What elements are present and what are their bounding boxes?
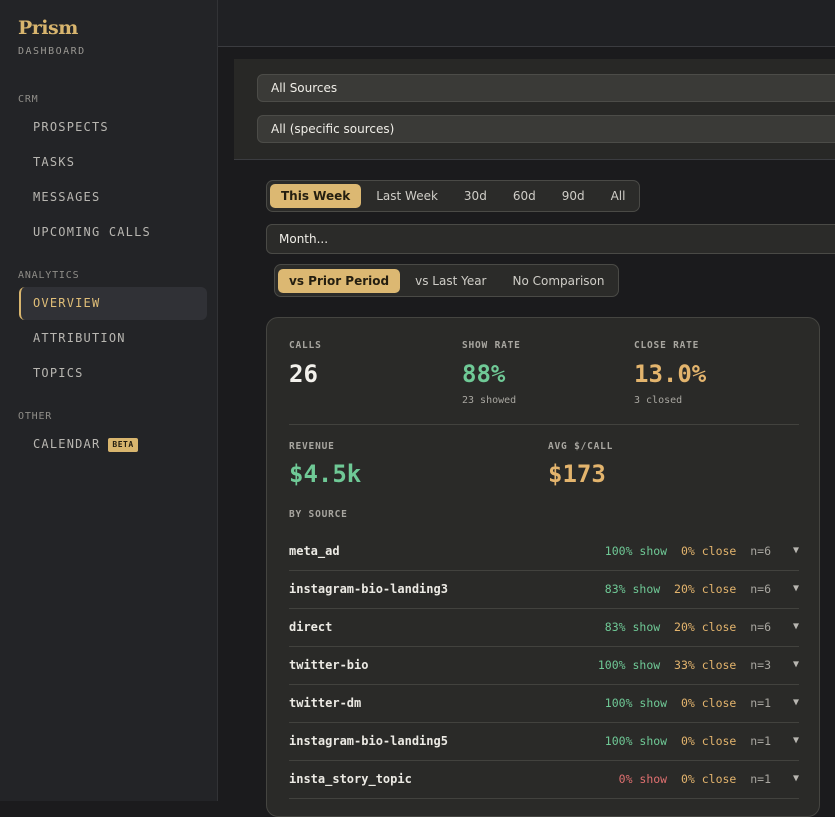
chevron-down-icon[interactable]: ▼ xyxy=(793,722,799,760)
chevron-down-icon[interactable]: ▼ xyxy=(793,608,799,646)
source-row[interactable]: meta_ad 100% show 0% close n=6 ▼ xyxy=(289,532,799,571)
sidebar-item-attribution[interactable]: ATTRIBUTION xyxy=(19,322,207,355)
source-close-rate: 0% close xyxy=(680,734,737,748)
source-name: twitter-bio xyxy=(289,658,369,672)
tab-all[interactable]: All xyxy=(600,184,637,208)
source-metrics: 83% show 20% close n=6 xyxy=(605,608,771,646)
tab-last-week[interactable]: Last Week xyxy=(365,184,449,208)
chevron-down-icon[interactable]: ▼ xyxy=(793,646,799,684)
close-rate-value: 13.0% xyxy=(634,360,707,388)
month-select[interactable]: Month... xyxy=(266,224,835,254)
sidebar-item-upcoming-calls[interactable]: UPCOMING CALLS xyxy=(19,216,207,249)
tab-vs-prior-period[interactable]: vs Prior Period xyxy=(278,268,401,293)
source-name: instagram-bio-landing3 xyxy=(289,582,448,596)
source-count: n=6 xyxy=(750,582,771,596)
close-rate-label: CLOSE RATE xyxy=(634,340,700,351)
source-row[interactable]: direct 83% show 20% close n=6 ▼ xyxy=(289,608,799,647)
source-metrics: 100% show 33% close n=3 xyxy=(598,646,771,684)
specific-source-select[interactable]: All (specific sources) xyxy=(257,115,835,143)
source-close-rate: 0% close xyxy=(680,772,737,786)
source-row[interactable]: instagram-bio-landing3 83% show 20% close… xyxy=(289,570,799,609)
stats-divider xyxy=(289,424,799,425)
tab-30d[interactable]: 30d xyxy=(453,184,498,208)
avg-call-label: AVG $/CALL xyxy=(548,441,614,452)
comparison-tabs: vs Prior Period vs Last Year No Comparis… xyxy=(274,264,620,297)
source-count: n=1 xyxy=(750,772,771,786)
revenue-value: $4.5k xyxy=(289,460,362,488)
top-bar xyxy=(218,0,835,47)
tab-60d[interactable]: 60d xyxy=(502,184,547,208)
calls-label: CALLS xyxy=(289,340,322,351)
source-show-rate: 100% show xyxy=(597,658,661,672)
source-show-rate: 100% show xyxy=(604,544,668,558)
source-count: n=1 xyxy=(750,696,771,710)
revenue-label: REVENUE xyxy=(289,441,335,452)
sidebar-item-calendar-label: CALENDAR xyxy=(33,437,101,451)
sidebar-item-topics[interactable]: TOPICS xyxy=(19,357,207,390)
sidebar-item-tasks[interactable]: TASKS xyxy=(19,146,207,179)
source-show-rate: 100% show xyxy=(604,734,668,748)
tab-90d[interactable]: 90d xyxy=(551,184,596,208)
source-row[interactable]: twitter-dm 100% show 0% close n=1 ▼ xyxy=(289,684,799,723)
source-metrics: 100% show 0% close n=6 xyxy=(605,532,771,570)
source-show-rate: 83% show xyxy=(604,582,661,596)
sidebar-item-messages[interactable]: MESSAGES xyxy=(19,181,207,214)
range-tabs: This Week Last Week 30d 60d 90d All xyxy=(266,180,641,212)
source-close-rate: 20% close xyxy=(674,582,737,596)
tab-this-week[interactable]: This Week xyxy=(270,184,362,208)
brand-logo[interactable]: Prism xyxy=(18,17,78,39)
section-heading-crm: CRM xyxy=(18,94,39,105)
sidebar-item-prospects[interactable]: PROSPECTS xyxy=(19,111,207,144)
tab-no-comparison[interactable]: No Comparison xyxy=(502,269,616,293)
chevron-down-icon[interactable]: ▼ xyxy=(793,570,799,608)
source-count: n=6 xyxy=(750,544,771,558)
source-metrics: 100% show 0% close n=1 xyxy=(605,684,771,722)
sidebar-item-calendar[interactable]: CALENDAR BETA xyxy=(19,428,207,461)
overview-card: CALLS 26 SHOW RATE 88% 23 showed CLOSE R… xyxy=(266,317,820,817)
source-name: meta_ad xyxy=(289,544,340,558)
source-show-rate: 83% show xyxy=(604,620,661,634)
show-rate-value: 88% xyxy=(462,360,506,388)
source-metrics: 0% show 0% close n=1 xyxy=(619,760,771,798)
beta-badge: BETA xyxy=(108,438,138,452)
source-name: twitter-dm xyxy=(289,696,362,710)
section-heading-other: OTHER xyxy=(18,411,53,422)
source-name: insta_story_topic xyxy=(289,772,412,786)
source-select[interactable]: All Sources xyxy=(257,74,835,102)
source-show-rate: 100% show xyxy=(604,696,668,710)
source-metrics: 83% show 20% close n=6 xyxy=(605,570,771,608)
source-name: direct xyxy=(289,620,333,634)
by-source-heading: BY SOURCE xyxy=(289,509,348,520)
chevron-down-icon[interactable]: ▼ xyxy=(793,684,799,722)
calls-value: 26 xyxy=(289,360,318,388)
source-metrics: 100% show 0% close n=1 xyxy=(605,722,771,760)
source-row[interactable]: twitter-bio 100% show 33% close n=3 ▼ xyxy=(289,646,799,685)
tab-vs-last-year[interactable]: vs Last Year xyxy=(404,269,497,293)
source-row[interactable]: insta_story_topic 0% show 0% close n=1 ▼ xyxy=(289,760,799,799)
chevron-down-icon[interactable]: ▼ xyxy=(793,760,799,798)
source-show-rate: 0% show xyxy=(618,772,668,786)
source-row[interactable]: instagram-bio-landing5 100% show 0% close… xyxy=(289,722,799,761)
close-rate-sub: 3 closed xyxy=(634,395,683,406)
source-close-rate: 33% close xyxy=(674,658,737,672)
source-count: n=3 xyxy=(750,658,771,672)
brand-subtitle: DASHBOARD xyxy=(18,46,86,57)
sidebar: Prism DASHBOARD CRM PROSPECTS TASKS MESS… xyxy=(0,0,218,801)
section-heading-analytics: ANALYTICS xyxy=(18,270,80,281)
show-rate-label: SHOW RATE xyxy=(462,340,521,351)
source-close-rate: 0% close xyxy=(680,696,737,710)
chevron-down-icon[interactable]: ▼ xyxy=(793,532,799,570)
source-name: instagram-bio-landing5 xyxy=(289,734,448,748)
source-close-rate: 0% close xyxy=(680,544,737,558)
sidebar-item-overview[interactable]: OVERVIEW xyxy=(19,287,207,320)
source-close-rate: 20% close xyxy=(674,620,737,634)
avg-call-value: $173 xyxy=(548,460,606,488)
source-count: n=6 xyxy=(750,620,771,634)
source-count: n=1 xyxy=(750,734,771,748)
show-rate-sub: 23 showed xyxy=(462,395,517,406)
